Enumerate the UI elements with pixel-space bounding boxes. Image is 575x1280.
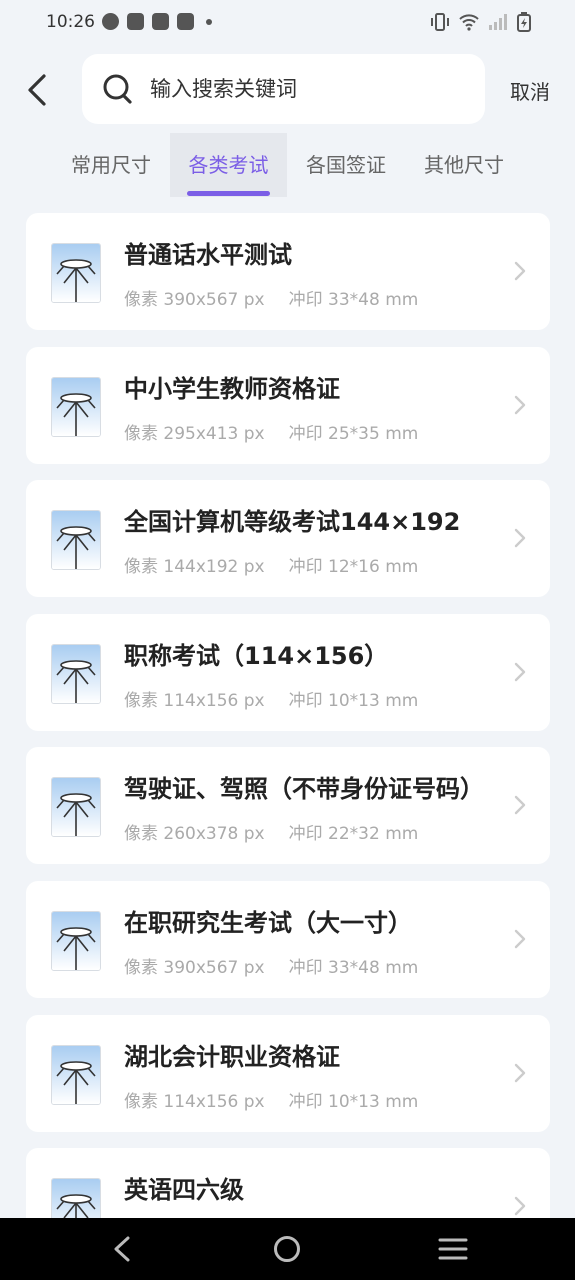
item-title: 全国计算机等级考试144×192 (124, 508, 461, 536)
item-title: 湖北会计职业资格证 (124, 1043, 340, 1071)
tab-label: 其他尺寸 (424, 153, 504, 177)
search-header: 取消 (0, 54, 575, 126)
tab-common-sizes[interactable]: 常用尺寸 (52, 133, 170, 197)
item-title: 中小学生教师资格证 (124, 375, 340, 403)
tab-other-sizes[interactable]: 其他尺寸 (405, 133, 523, 197)
tab-label: 各国签证 (306, 153, 386, 177)
print-size: 冲印 12*16 mm (288, 557, 419, 577)
tab-visas[interactable]: 各国签证 (287, 133, 405, 197)
id-photo-icon (51, 644, 101, 704)
nav-home-icon[interactable] (272, 1234, 302, 1264)
list-item[interactable]: 英语四六级 (26, 1148, 550, 1218)
list-item[interactable]: 在职研究生考试（大一寸） 像素 390x567 px 冲印 33*48 mm (26, 881, 550, 998)
wifi-icon (459, 14, 479, 31)
list-item[interactable]: 全国计算机等级考试144×192 像素 144x192 px 冲印 12*16 m… (26, 480, 550, 597)
nav-menu-icon[interactable] (438, 1234, 468, 1264)
more-notifications-icon (206, 18, 212, 25)
item-meta: 像素 295x413 px 冲印 25*35 mm (124, 419, 418, 444)
tab-label: 各类考试 (188, 153, 269, 177)
print-size: 冲印 10*13 mm (288, 1092, 419, 1112)
pixel-size: 像素 144x192 px (124, 557, 265, 577)
back-arrow-icon (28, 74, 46, 106)
pixel-size: 像素 260x378 px (124, 824, 265, 844)
pixel-size: 像素 114x156 px (124, 1092, 265, 1112)
print-size: 冲印 33*48 mm (288, 290, 419, 310)
cancel-button[interactable]: 取消 (510, 76, 550, 105)
chevron-right-icon (514, 261, 526, 281)
search-icon (103, 74, 132, 104)
vibrate-icon (431, 13, 449, 31)
list-item[interactable]: 职称考试（114×156） 像素 114x156 px 冲印 10*13 mm (26, 614, 550, 731)
id-photo-icon (51, 911, 101, 971)
mail-icon (177, 13, 194, 30)
item-title: 普通话水平测试 (124, 241, 292, 269)
pixel-size: 像素 390x567 px (124, 958, 265, 978)
list-item[interactable]: 普通话水平测试 像素 390x567 px 冲印 33*48 mm (26, 213, 550, 330)
mail-icon (152, 13, 169, 30)
print-size: 冲印 25*35 mm (288, 424, 419, 444)
back-button[interactable] (20, 70, 56, 110)
chevron-right-icon (514, 528, 526, 548)
item-title: 职称考试（114×156） (124, 642, 389, 670)
chevron-right-icon (514, 795, 526, 815)
size-list: 普通话水平测试 像素 390x567 px 冲印 33*48 mm 中小学生教师资… (26, 213, 550, 1218)
battery-charging-icon (517, 12, 531, 32)
id-photo-icon (51, 1045, 101, 1105)
pixel-size: 像素 390x567 px (124, 290, 265, 310)
chevron-right-icon (514, 1063, 526, 1083)
item-meta: 像素 390x567 px 冲印 33*48 mm (124, 285, 418, 310)
item-meta: 像素 114x156 px 冲印 10*13 mm (124, 1087, 418, 1112)
list-item[interactable]: 湖北会计职业资格证 像素 114x156 px 冲印 10*13 mm (26, 1015, 550, 1132)
print-size: 冲印 22*32 mm (288, 824, 419, 844)
navigation-bar (0, 1218, 575, 1280)
item-meta: 像素 390x567 px 冲印 33*48 mm (124, 953, 418, 978)
mail-icon (127, 13, 144, 30)
system-icons (430, 12, 531, 32)
signal-icon (489, 14, 507, 30)
id-photo-icon (51, 777, 101, 837)
chevron-right-icon (514, 929, 526, 949)
category-tabs: 常用尺寸 各类考试 各国签证 其他尺寸 (0, 133, 575, 197)
speed-icon (102, 13, 119, 30)
item-meta: 像素 260x378 px 冲印 22*32 mm (124, 819, 418, 844)
active-tab-indicator (187, 191, 270, 196)
status-bar: 10:26 (0, 0, 575, 46)
print-size: 冲印 10*13 mm (288, 691, 419, 711)
tab-exams[interactable]: 各类考试 (170, 133, 287, 197)
list-item[interactable]: 驾驶证、驾照（不带身份证号码） 像素 260x378 px 冲印 22*32 mm (26, 747, 550, 864)
item-title: 在职研究生考试（大一寸） (124, 909, 412, 937)
pixel-size: 像素 295x413 px (124, 424, 265, 444)
chevron-right-icon (514, 662, 526, 682)
status-time: 10:26 (46, 12, 95, 32)
id-photo-icon (51, 510, 101, 570)
chevron-right-icon (514, 1196, 526, 1216)
id-photo-icon (51, 243, 101, 303)
notification-icons (102, 13, 212, 30)
chevron-right-icon (514, 395, 526, 415)
pixel-size: 像素 114x156 px (124, 691, 265, 711)
item-title: 英语四六级 (124, 1176, 244, 1204)
id-photo-icon (51, 377, 101, 437)
search-input[interactable] (150, 72, 470, 106)
item-meta: 像素 114x156 px 冲印 10*13 mm (124, 686, 418, 711)
tab-label: 常用尺寸 (71, 153, 151, 177)
print-size: 冲印 33*48 mm (288, 958, 419, 978)
item-title: 驾驶证、驾照（不带身份证号码） (124, 775, 484, 803)
list-item[interactable]: 中小学生教师资格证 像素 295x413 px 冲印 25*35 mm (26, 347, 550, 464)
search-box[interactable] (82, 54, 485, 124)
nav-back-icon[interactable] (110, 1234, 134, 1264)
item-meta: 像素 144x192 px 冲印 12*16 mm (124, 552, 418, 577)
id-photo-icon (51, 1178, 101, 1218)
